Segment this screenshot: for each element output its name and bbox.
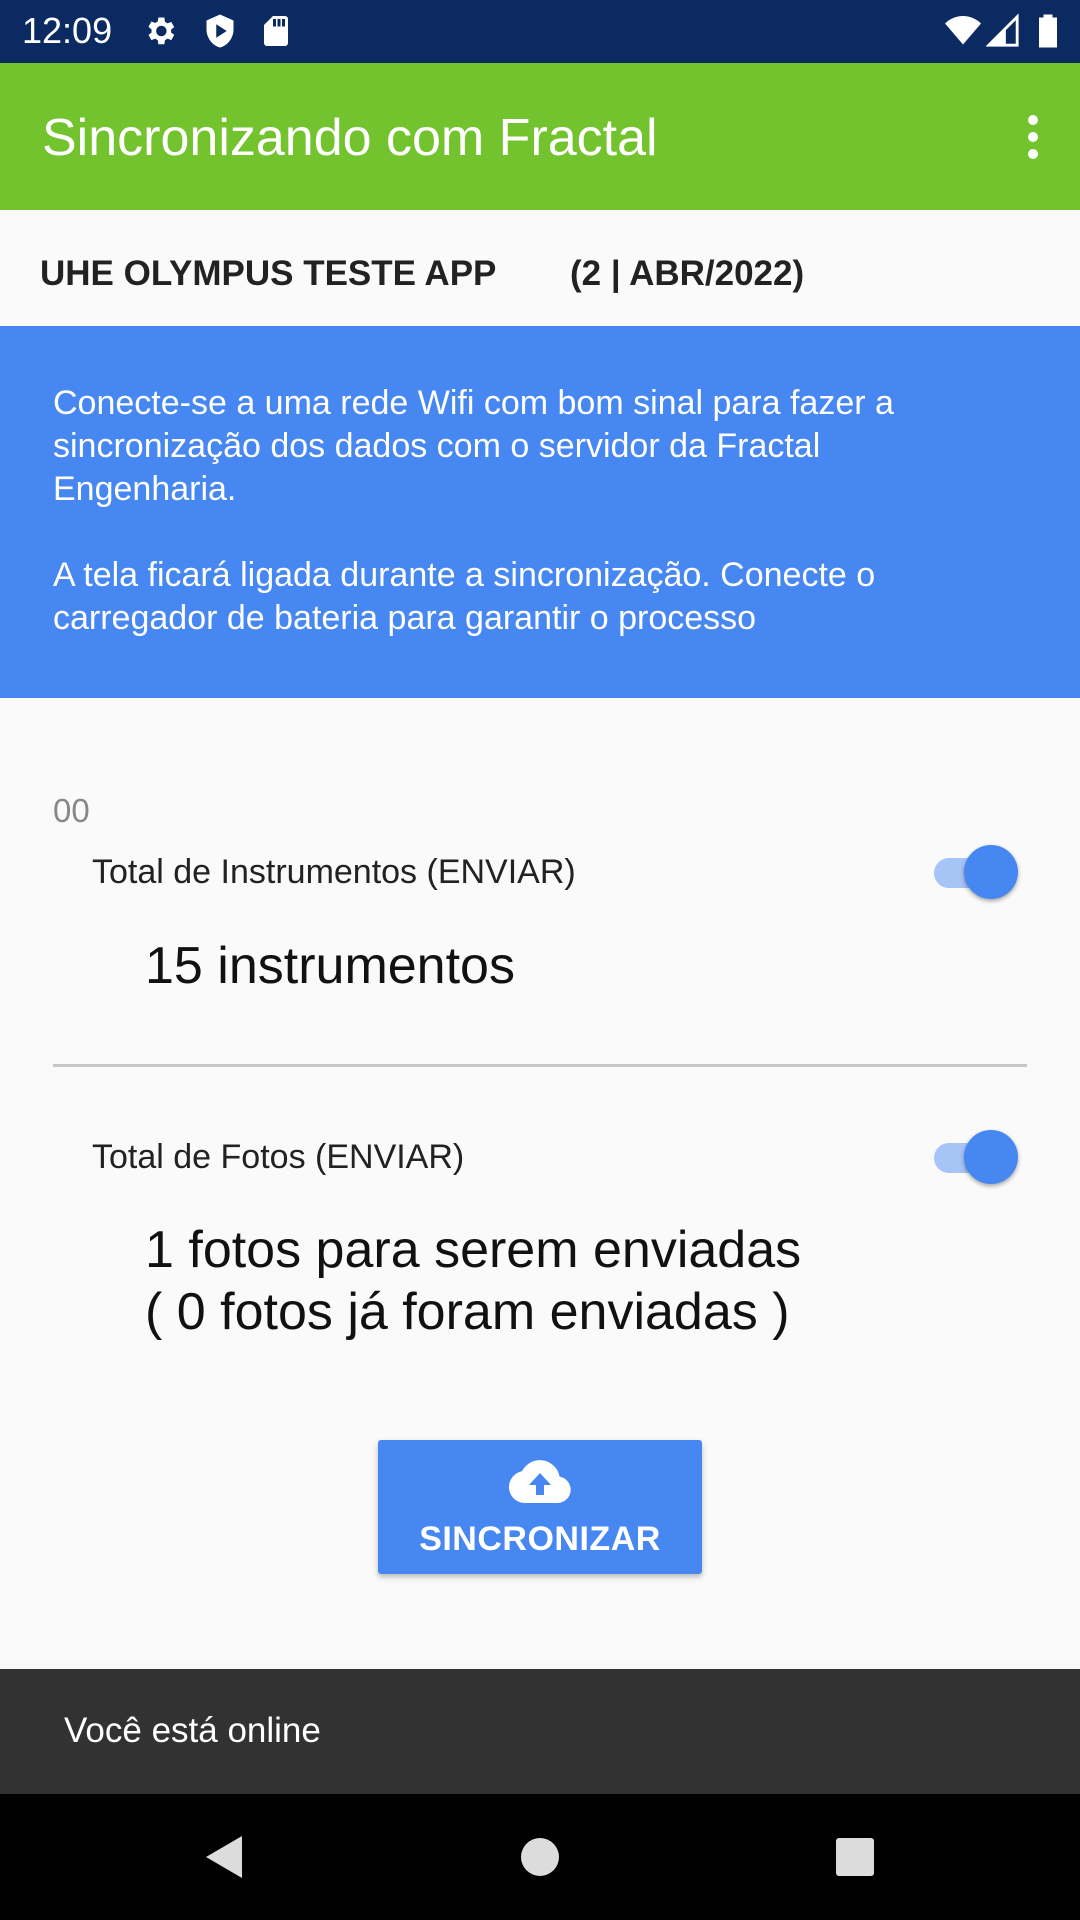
- navigation-bar: [0, 1794, 1080, 1920]
- photos-toggle[interactable]: [934, 1130, 1018, 1184]
- photos-sent: ( 0 fotos já foram enviadas ): [145, 1283, 790, 1341]
- info-paragraph-wifi: Conecte-se a uma rede Wifi com bom sinal…: [53, 384, 894, 508]
- snackbar-text: Você está online: [64, 1711, 321, 1750]
- signal-icon: [985, 13, 1022, 49]
- toggle-thumb: [964, 1130, 1018, 1184]
- sd-card-icon: [258, 13, 294, 49]
- sync-button-label: SINCRONIZAR: [419, 1520, 661, 1558]
- info-paragraph-screen: A tela ficará ligada durante a sincroniz…: [53, 556, 876, 637]
- project-period: (2 | ABR/2022): [570, 254, 805, 293]
- app-title: Sincronizando com Fractal: [42, 109, 658, 167]
- toggle-thumb: [964, 845, 1018, 899]
- shield-icon: [202, 13, 238, 49]
- wifi-icon: [944, 13, 981, 49]
- project-name: UHE OLYMPUS TESTE APP: [40, 254, 497, 293]
- snackbar: Você está online: [0, 1669, 1080, 1794]
- instruments-toggle[interactable]: [934, 845, 1018, 899]
- instruments-count: 15 instrumentos: [145, 937, 515, 995]
- sync-button[interactable]: SINCRONIZAR: [378, 1440, 702, 1574]
- instruments-label: Total de Instrumentos (ENVIAR): [92, 853, 576, 891]
- project-header: UHE OLYMPUS TESTE APP (2 | ABR/2022): [0, 210, 1080, 326]
- photos-pending: 1 fotos para serem enviadas: [145, 1221, 802, 1279]
- home-icon[interactable]: [515, 1832, 565, 1882]
- recents-icon[interactable]: [830, 1832, 880, 1882]
- status-bar: 12:09: [0, 0, 1080, 63]
- app-bar: Sincronizando com Fractal: [0, 63, 1080, 210]
- info-banner: Conecte-se a uma rede Wifi com bom sinal…: [0, 326, 1080, 698]
- section-code: 00: [53, 792, 90, 829]
- cloud-upload-icon: [508, 1460, 572, 1504]
- photos-label: Total de Fotos (ENVIAR): [92, 1138, 465, 1176]
- back-icon[interactable]: [200, 1832, 250, 1882]
- battery-icon: [1036, 13, 1060, 49]
- status-time: 12:09: [22, 10, 113, 51]
- divider: [53, 1064, 1027, 1067]
- settings-icon: [142, 13, 178, 49]
- more-vert-icon[interactable]: [1004, 105, 1060, 169]
